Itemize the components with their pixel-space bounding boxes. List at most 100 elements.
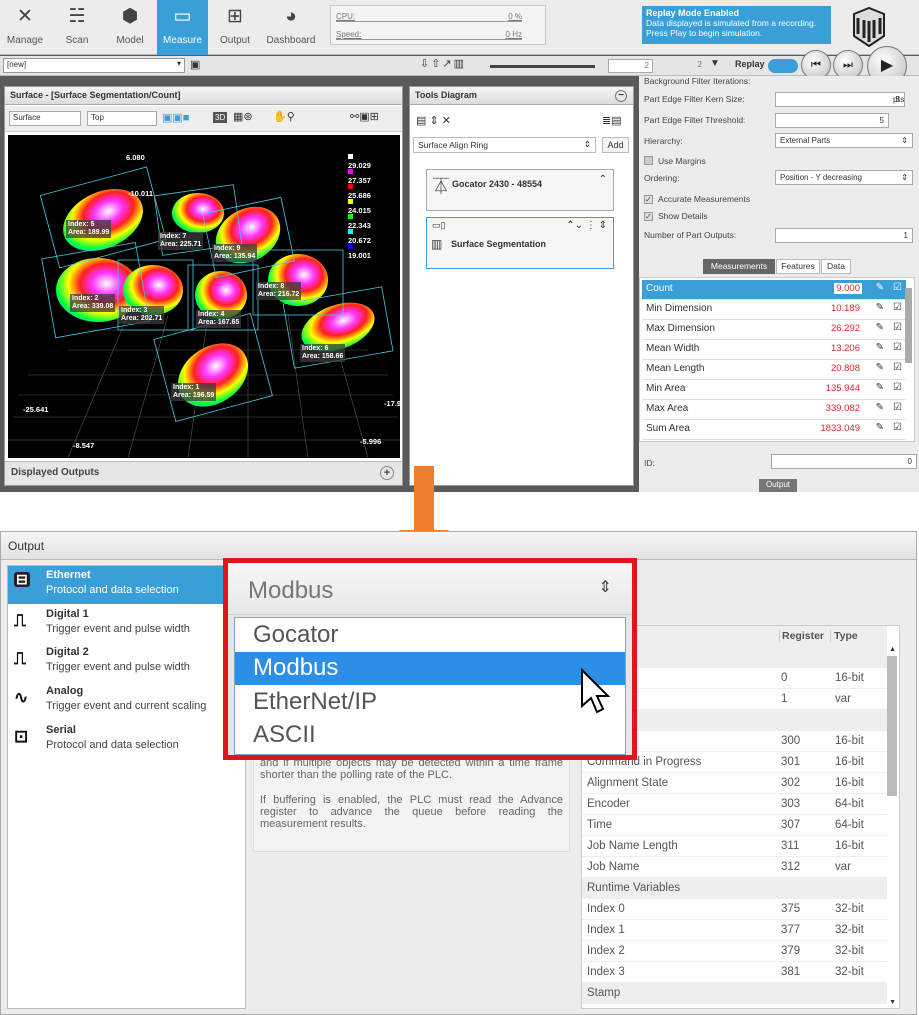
protocol-select[interactable]: Modbus ⇕ xyxy=(228,563,632,615)
tab-measurements[interactable]: Measurements xyxy=(703,259,775,274)
table-row[interactable]: Index 0 375 32-bit xyxy=(582,899,887,920)
tool-type-select[interactable]: Surface Align Ring ⇕ xyxy=(413,137,596,153)
kern-size-input[interactable]: 5 xyxy=(775,92,905,107)
expand-icon[interactable]: ⌃ xyxy=(599,174,607,185)
nav-model[interactable]: ⬢ Model xyxy=(104,0,156,55)
chevron-updown-icon: ⇕ xyxy=(901,136,908,145)
table-section-row[interactable]: Runtime Variables xyxy=(582,878,887,899)
axis-label-top: 6.080 xyxy=(126,153,145,162)
measurement-row[interactable]: Min Area 135.944 ✎ ☑ xyxy=(642,380,906,400)
show-details-checkbox[interactable]: ✓ Show Details xyxy=(644,211,708,221)
checkbox-checked-icon: ☑ xyxy=(893,302,902,313)
file-actions-icon[interactable]: ⇩⇧↗▥ xyxy=(420,57,466,70)
legend-entry: 19.001 xyxy=(348,242,371,260)
tab-features[interactable]: Features xyxy=(776,259,820,274)
nav-output[interactable]: ⊞ Output xyxy=(210,0,260,55)
chevron-updown-icon: ⇕ xyxy=(583,139,591,149)
table-row[interactable]: Index 3 381 32-bit xyxy=(582,962,887,983)
displayed-outputs-bar[interactable]: Displayed Outputs + xyxy=(5,461,402,485)
register-name: Encoder xyxy=(587,798,630,810)
output-item-analog[interactable]: ∿ Analog Trigger event and current scaling xyxy=(8,682,245,720)
grid-icons[interactable]: ▦⊛ xyxy=(233,110,253,123)
option-modbus[interactable]: Modbus xyxy=(235,652,625,685)
output-item-ethernet[interactable]: ⊟ Ethernet Protocol and data selection xyxy=(8,566,245,604)
display-mode-icons[interactable]: ▣▣■ xyxy=(162,111,189,124)
main-toolbar: ✕ Manage ☵ Scan ⬢ Model ▭ Measure ⊞ Output ◕ D… xyxy=(0,0,919,55)
register-address: 375 xyxy=(781,903,801,915)
table-section-row[interactable]: Stamp xyxy=(582,983,887,1004)
collapse-icon[interactable]: − xyxy=(615,90,627,102)
ordering-select[interactable]: Position - Y decreasing ⇕ xyxy=(775,170,913,185)
register-type: 16-bit xyxy=(835,840,864,852)
layout-toggle-icons[interactable]: ≣▤ xyxy=(602,114,622,127)
measurement-row[interactable]: Mean Width 13.206 ✎ ☑ xyxy=(642,340,906,360)
pin-icon: ✎ xyxy=(875,382,884,393)
pin-icon: ✎ xyxy=(875,342,884,353)
pin-icon: ✎ xyxy=(875,362,884,373)
option-gocator[interactable]: Gocator xyxy=(235,619,625,652)
table-row[interactable]: Time 307 64-bit xyxy=(582,815,887,836)
output-item-digital-2[interactable]: ⎍ Digital 2 Trigger event and pulse width xyxy=(8,643,245,681)
protocol-dropdown[interactable]: Modbus ⇕ Gocator Modbus EtherNet/IP ASCI… xyxy=(223,558,637,760)
hierarchy-select[interactable]: External Parts ⇕ xyxy=(775,133,913,148)
add-output-icon[interactable]: + xyxy=(380,466,394,480)
nav-manage[interactable]: ✕ Manage xyxy=(0,0,50,55)
nav-scan[interactable]: ☵ Scan xyxy=(52,0,102,55)
part-outputs-input[interactable]: 1 xyxy=(775,228,913,243)
protocol-options-list: Gocator Modbus EtherNet/IP ASCII xyxy=(234,617,626,755)
use-margins-checkbox[interactable]: Use Margins xyxy=(644,156,706,166)
scroll-down-icon[interactable]: ▼ xyxy=(889,999,896,1006)
add-tool-button[interactable]: Add xyxy=(602,137,629,153)
view-actions-icons[interactable]: ⚯▣⊞ xyxy=(350,110,379,123)
chevron-updown-icon: ⇕ xyxy=(598,579,612,596)
scrollbar[interactable] xyxy=(887,656,897,796)
tab-data[interactable]: Data xyxy=(821,259,851,274)
pan-zoom-icons[interactable]: ✋⚲ xyxy=(273,110,295,123)
id-input[interactable]: 0 xyxy=(771,454,917,469)
table-row[interactable]: Job Name Length 311 16-bit xyxy=(582,836,887,857)
segment-label-6: Index: 6 Area: 158.66 xyxy=(300,344,346,362)
table-row[interactable]: Alignment State 302 16-bit xyxy=(582,773,887,794)
viewer-title: Surface - [Surface Segmentation/Count] xyxy=(5,87,402,105)
table-row[interactable]: Encoder 303 64-bit xyxy=(582,794,887,815)
table-row[interactable]: Job Name 312 var xyxy=(582,857,887,878)
scrollbar[interactable] xyxy=(905,288,912,363)
segmentation-tool-icon: ▥ xyxy=(431,237,443,251)
frame-current[interactable]: 2 xyxy=(608,59,653,73)
accurate-measurements-checkbox[interactable]: ✓ Accurate Measurements xyxy=(644,194,750,204)
measurement-row[interactable]: Sum Area 1833.049 ✎ ☑ xyxy=(642,420,906,440)
play-icon: ▶ xyxy=(880,57,894,74)
nav-dashboard[interactable]: ◕ Dashboard xyxy=(262,0,320,55)
table-row[interactable]: Index 2 379 32-bit xyxy=(582,941,887,962)
legend-swatch xyxy=(348,169,353,174)
option-ascii[interactable]: ASCII xyxy=(235,719,625,752)
option-ethernet-ip[interactable]: EtherNet/IP xyxy=(235,686,625,719)
replay-label: Replay xyxy=(735,59,765,69)
view-select[interactable]: Top xyxy=(87,111,157,126)
nav-measure[interactable]: ▭ Measure xyxy=(157,0,208,55)
3d-view-canvas[interactable]: Index: 5 Area: 189.99 Index: 7 Area: 225.7… xyxy=(8,135,401,458)
node-controls-icons[interactable]: ⌃⌄ ⋮ ⇕ xyxy=(566,220,607,231)
measurement-row[interactable]: Max Area 339.082 ✎ ☑ xyxy=(642,400,906,420)
surface-segmentation-node[interactable]: ▭▯ ⌃⌄ ⋮ ⇕ ▥ Surface Segmentation xyxy=(426,217,614,269)
job-select[interactable]: [new] ▾ xyxy=(3,58,185,73)
output-item-digital-1[interactable]: ⎍ Digital 1 Trigger event and pulse width xyxy=(8,605,245,643)
filter-icon[interactable]: ▼ xyxy=(710,58,720,69)
tab-output[interactable]: Output xyxy=(759,479,797,492)
diagram-tools-icons[interactable]: ▤ ⇕ ✕ xyxy=(416,114,451,127)
frame-slider[interactable] xyxy=(490,65,595,68)
output-item-serial[interactable]: ⊡ Serial Protocol and data selection xyxy=(8,721,245,759)
measurement-row[interactable]: Count 9.000 ✎ ☑ xyxy=(642,280,906,300)
source-select[interactable]: Surface xyxy=(9,111,81,126)
register-type: var xyxy=(835,861,851,873)
scroll-up-icon[interactable]: ▲ xyxy=(889,646,896,653)
toggle-3d-button[interactable]: 3D xyxy=(213,112,228,123)
table-row[interactable]: Index 1 377 32-bit xyxy=(582,920,887,941)
threshold-input[interactable]: 5 xyxy=(775,113,889,128)
save-icon[interactable]: ▣ xyxy=(190,58,200,71)
measurement-row[interactable]: Min Dimension 10.189 ✎ ☑ xyxy=(642,300,906,320)
measurement-row[interactable]: Mean Length 20.808 ✎ ☑ xyxy=(642,360,906,380)
sensor-node[interactable]: ⏄ Gocator 2430 - 48554 ⌃ xyxy=(426,169,614,211)
measurement-row[interactable]: Max Dimension 26.292 ✎ ☑ xyxy=(642,320,906,340)
replay-toggle[interactable] xyxy=(768,59,798,73)
